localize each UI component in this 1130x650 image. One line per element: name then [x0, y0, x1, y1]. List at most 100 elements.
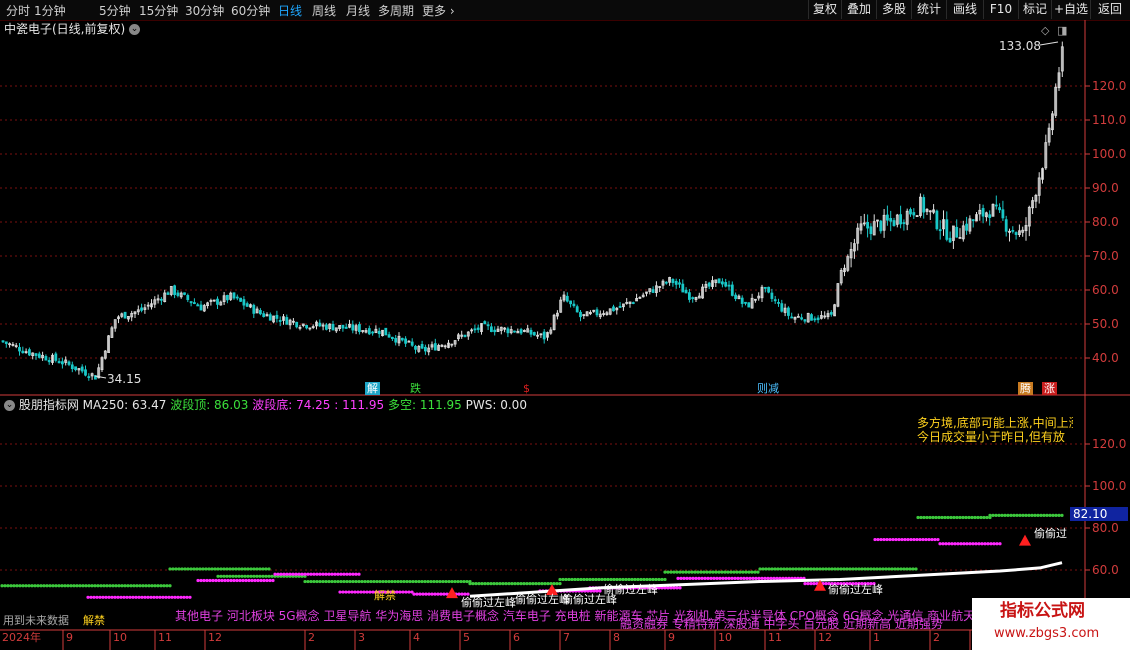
wave-top-dot [231, 574, 235, 578]
indicator-name[interactable]: 股朋指标网 [19, 398, 79, 412]
wave-bottom-dot [92, 595, 96, 599]
wave-top-dot [872, 567, 876, 571]
wave-bottom-dot [244, 578, 248, 583]
kline-chart-canvas[interactable] [0, 0, 1130, 650]
window-toggle-icon[interactable]: ◨ [1057, 24, 1067, 38]
wave-top-dot [573, 577, 577, 582]
wave-bottom-dot [179, 595, 183, 599]
wave-top-dot [492, 582, 496, 586]
indicator-y-tick: 80.0 [1092, 521, 1119, 535]
candle-down [866, 221, 869, 229]
candle-down [688, 292, 691, 300]
wave-top-dot [955, 515, 959, 520]
wave-top-dot [423, 579, 427, 584]
wave-top-dot [72, 584, 76, 588]
candle-down [569, 300, 572, 305]
wave-top-dot [764, 567, 768, 571]
wave-top-dot [228, 567, 232, 571]
wave-bottom-dot [232, 578, 236, 583]
wave-bottom-dot [679, 576, 683, 581]
wave-top-dot [642, 577, 646, 582]
diamond-icon[interactable]: ◇ [1041, 24, 1049, 38]
signal-jie: 解 [365, 382, 380, 395]
wave-top-dot [845, 567, 849, 571]
wave-bottom-dot [256, 578, 260, 583]
wave-top-dot [507, 582, 511, 586]
wave-top-dot [887, 567, 891, 571]
wave-top-dot [102, 584, 106, 588]
wave-bottom-dot [188, 595, 192, 599]
wave-bottom-dot [760, 576, 764, 581]
candle-down [800, 317, 803, 320]
candle-down [707, 282, 711, 287]
wave-top-dot [270, 574, 274, 578]
wave-top-dot [393, 579, 397, 584]
wave-top-dot [474, 582, 478, 586]
candle-down [747, 302, 751, 308]
wave-top-dot [890, 567, 894, 571]
wave-bottom-dot [288, 572, 292, 576]
wave-top-dot [675, 570, 679, 574]
candle-down [245, 303, 249, 307]
wave-bottom-dot [217, 578, 221, 583]
wave-top-dot [138, 584, 142, 588]
candle-down [879, 220, 883, 232]
wave-top-dot [66, 584, 70, 588]
candle-down [777, 301, 780, 304]
wave-top-dot [477, 582, 481, 586]
indicator-y-tick: 100.0 [1092, 479, 1127, 493]
candle-down [579, 311, 582, 318]
wave-bottom-dot [442, 592, 446, 596]
candle-down [763, 286, 767, 289]
chevron-down-icon[interactable]: ⌄ [129, 24, 141, 35]
candle-down [674, 280, 678, 285]
wave-top-dot [462, 579, 466, 584]
wave-top-dot [33, 584, 37, 588]
wave-top-dot [794, 567, 798, 571]
wave-top-dot [471, 582, 475, 586]
wave-top-dot [234, 574, 238, 578]
wave-top-dot [666, 570, 670, 574]
wave-top-dot [255, 574, 259, 578]
candle-down [357, 324, 361, 333]
wave-top-dot [776, 567, 780, 571]
wave-top-dot [985, 515, 989, 520]
wave-top-dot [1033, 513, 1037, 518]
wave-bottom-dot [897, 537, 901, 542]
indicator-menu-icon[interactable]: ⌄ [4, 400, 15, 411]
wave-top-dot [540, 582, 544, 586]
wave-top-dot [723, 570, 727, 574]
wave-top-dot [120, 584, 124, 588]
wave-bottom-dot [238, 578, 242, 583]
wave-top-dot [579, 577, 583, 582]
y-tick: 100.0 [1092, 147, 1127, 161]
wave-top-dot [432, 579, 436, 584]
long-short-value: 多空: 111.95 [387, 398, 462, 412]
wave-bottom-dot [176, 595, 180, 599]
wave-bottom-dot [116, 595, 120, 599]
wave-top-dot [216, 574, 220, 578]
wave-top-dot [159, 584, 163, 588]
candle-down [232, 292, 236, 299]
candle-down [565, 295, 569, 302]
wave-top-dot [336, 579, 340, 584]
candle-down [1004, 219, 1008, 232]
wave-top-dot [39, 584, 43, 588]
wave-top-dot [93, 584, 97, 588]
wave-top-dot [237, 574, 241, 578]
candle-down [899, 214, 902, 225]
wave-top-dot [809, 567, 813, 571]
wave-top-dot [603, 577, 607, 582]
wave-top-dot [788, 567, 792, 571]
wave-bottom-dot [312, 572, 316, 576]
wave-bottom-dot [712, 576, 716, 581]
wave-top-dot [1012, 513, 1016, 518]
candle-down [902, 222, 906, 224]
signal-dollar: $ [523, 382, 530, 395]
wave-top-dot [6, 584, 10, 588]
wave-top-dot [306, 579, 310, 584]
wave-top-dot [669, 570, 673, 574]
wave-bottom-dot [903, 537, 907, 542]
y-tick: 70.0 [1092, 249, 1119, 263]
x-tick-label: 11 [158, 631, 172, 644]
